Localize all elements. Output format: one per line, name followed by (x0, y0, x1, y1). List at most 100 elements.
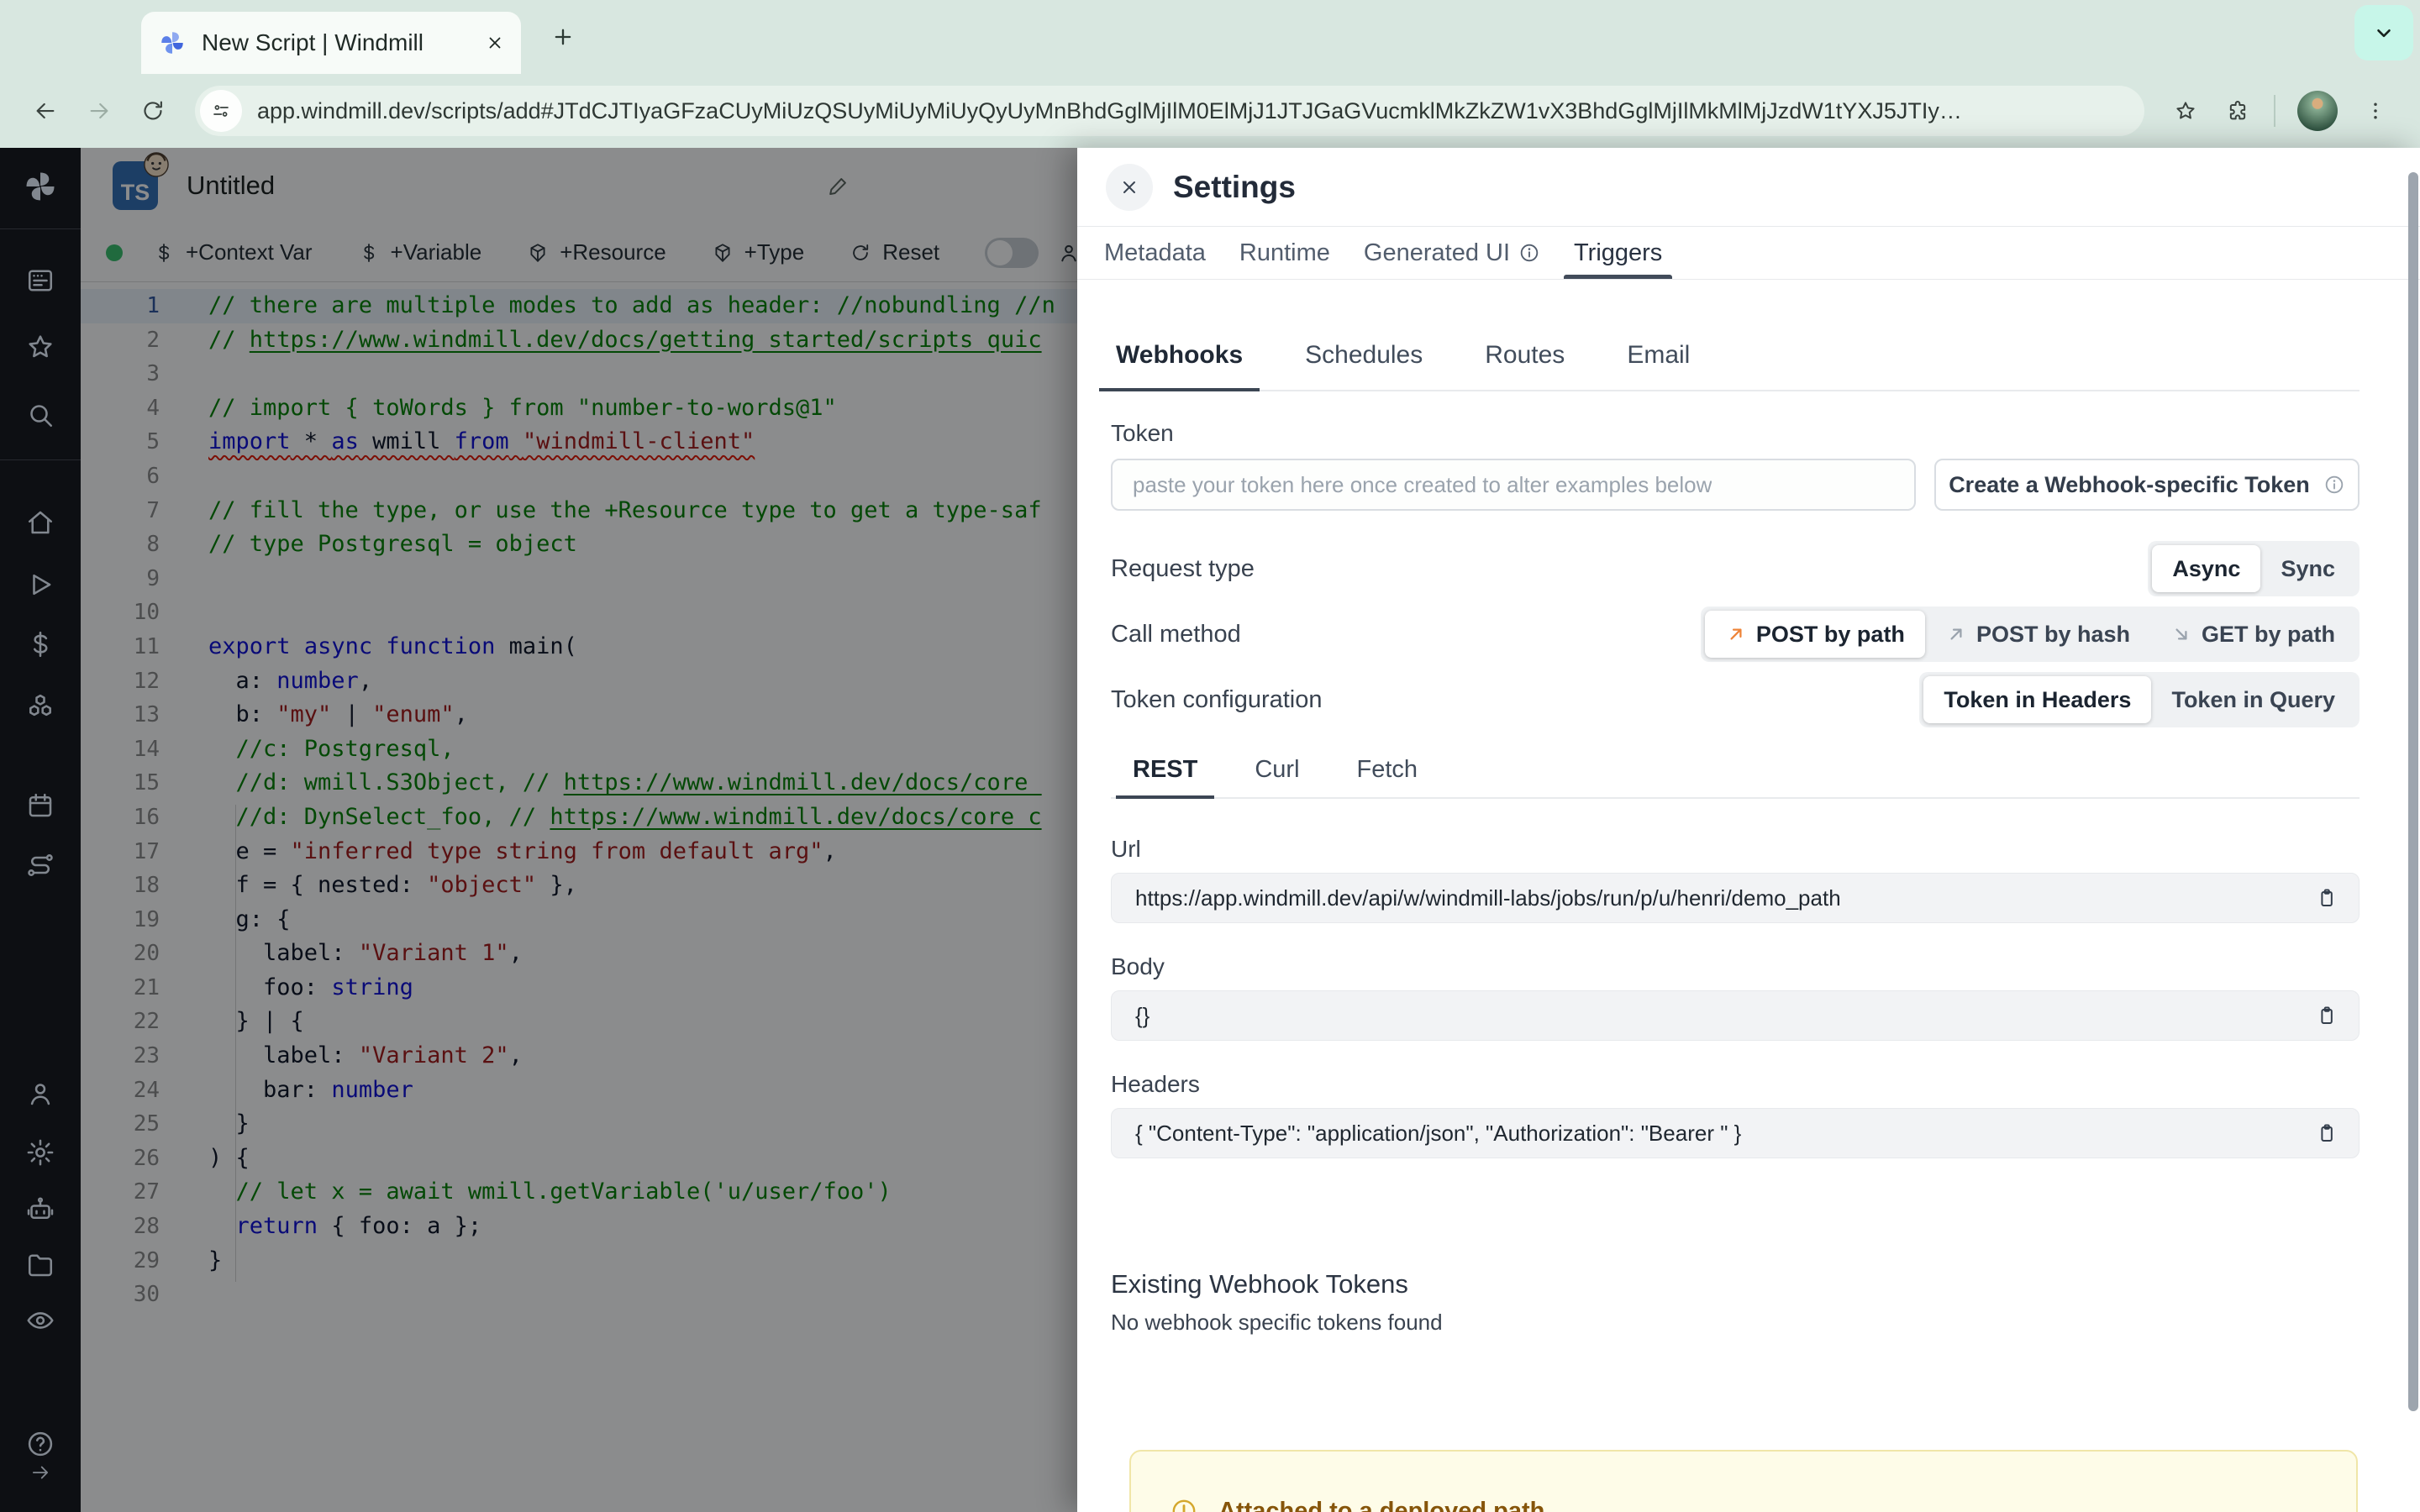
tab-metadata[interactable]: Metadata (1087, 227, 1223, 279)
token-placeholder: paste your token here once created to al… (1133, 471, 1712, 497)
extensions-icon[interactable] (2226, 99, 2249, 123)
tab-label: Generated UI (1363, 239, 1511, 266)
sidebar-item-resources[interactable] (0, 691, 81, 722)
sidebar-item-workers[interactable] (0, 1194, 81, 1225)
sidebar-item-audit-logs[interactable] (0, 1305, 81, 1336)
new-tab-button[interactable] (551, 25, 575, 49)
sidebar-item-help[interactable] (0, 1429, 81, 1459)
settings-header: Settings (1077, 148, 2420, 227)
token-input[interactable]: paste your token here once created to al… (1111, 459, 1916, 511)
profile-avatar[interactable] (2297, 91, 2338, 131)
tab-generated-ui[interactable]: Generated UI (1347, 227, 1557, 279)
option-label: GET by path (2201, 621, 2335, 647)
windmill-icon (22, 168, 59, 205)
sidebar-divider (0, 228, 81, 229)
request-type-row: Request type Async Sync (1111, 541, 2360, 596)
token-in-query-option[interactable]: Token in Query (2151, 676, 2355, 723)
tab-label: Triggers (1574, 239, 1663, 266)
person-icon (25, 1079, 55, 1109)
tab-email[interactable]: Email (1622, 341, 1695, 390)
site-settings-button[interactable] (200, 90, 242, 132)
script-editor: TS Untitled +Context Var +Variable +Resour… (81, 148, 1077, 1512)
tab-rest[interactable]: REST (1115, 756, 1215, 799)
existing-tokens-empty: No webhook specific tokens found (1111, 1310, 1443, 1335)
url-label: Url (1111, 836, 1141, 862)
async-option[interactable]: Async (2152, 545, 2261, 592)
window-control-button[interactable] (2354, 5, 2413, 60)
folder-icon (25, 1250, 55, 1280)
sidebar-item-favorites[interactable] (0, 332, 81, 362)
url-field[interactable]: https://app.windmill.dev/api/w/windmill-… (1111, 873, 2360, 923)
tab-label: Email (1627, 341, 1691, 369)
tab-fetch[interactable]: Fetch (1352, 756, 1423, 797)
dollar-icon (25, 629, 55, 659)
token-configuration-toggle: Token in Headers Token in Query (1919, 672, 2360, 727)
headers-value: { "Content-Type": "application/json", "A… (1135, 1120, 1742, 1146)
url-bar[interactable]: app.windmill.dev/scripts/add#JTdCJTIyaGF… (195, 86, 2144, 136)
option-label: POST by hash (1975, 621, 2130, 647)
browser-tab[interactable]: New Script | Windmill (141, 12, 521, 74)
chevron-down-icon (2373, 22, 2395, 44)
close-settings-button[interactable] (1106, 163, 1153, 211)
post-by-path-option[interactable]: POST by path (1704, 611, 1925, 658)
sidebar-item-home[interactable] (0, 507, 81, 538)
tune-icon (211, 101, 231, 121)
tab-runtime[interactable]: Runtime (1223, 227, 1347, 279)
panel-scrollbar[interactable] (2408, 172, 2418, 1411)
reload-button[interactable] (140, 98, 166, 123)
arrow-right-icon (29, 1462, 51, 1483)
robot-icon (25, 1194, 55, 1225)
editor-dim-overlay[interactable] (81, 148, 1077, 1512)
tab-label: Metadata (1104, 239, 1206, 266)
headers-field[interactable]: { "Content-Type": "application/json", "A… (1111, 1108, 2360, 1158)
sidebar-item-apps[interactable] (0, 265, 81, 296)
url-text: app.windmill.dev/scripts/add#JTdCJTIyaGF… (257, 97, 1962, 123)
tab-curl[interactable]: Curl (1249, 756, 1304, 797)
tab-triggers[interactable]: Triggers (1557, 227, 1679, 279)
sidebar-item-runs[interactable] (0, 570, 81, 600)
create-webhook-token-button[interactable]: Create a Webhook-specific Token (1934, 459, 2360, 511)
arrow-down-right-icon (2170, 623, 2192, 645)
sidebar-item-variables[interactable] (0, 629, 81, 659)
search-icon (25, 400, 55, 430)
existing-tokens-title: Existing Webhook Tokens (1111, 1269, 1408, 1299)
tab-close-icon[interactable] (486, 34, 504, 52)
tab-label: Routes (1485, 341, 1565, 369)
sidebar-item-folders[interactable] (0, 1250, 81, 1280)
token-in-headers-option[interactable]: Token in Headers (1923, 676, 2152, 723)
copy-icon[interactable] (2315, 1121, 2338, 1145)
arrow-up-right-icon (1945, 623, 1967, 645)
copy-icon[interactable] (2315, 1004, 2338, 1027)
sidebar-expand-toggle[interactable] (0, 1462, 81, 1483)
copy-icon[interactable] (2315, 886, 2338, 910)
body-field[interactable]: {} (1111, 990, 2360, 1041)
get-by-path-option[interactable]: GET by path (2150, 611, 2355, 658)
sidebar-item-workspace-settings[interactable] (0, 1137, 81, 1168)
sidebar-item-users[interactable] (0, 1079, 81, 1109)
sidebar-item-search[interactable] (0, 400, 81, 430)
token-configuration-label: Token configuration (1111, 685, 1323, 713)
browser-chrome: New Script | Windmill app.windmill.dev/s… (0, 0, 2420, 148)
info-icon (1518, 242, 1540, 264)
option-label: Token in Query (2171, 686, 2335, 712)
eye-icon (25, 1305, 55, 1336)
post-by-hash-option[interactable]: POST by hash (1925, 611, 2150, 658)
tab-routes[interactable]: Routes (1480, 341, 1570, 390)
sidebar-item-routes[interactable] (0, 850, 81, 880)
browser-menu-icon[interactable] (2364, 99, 2387, 123)
call-method-row: Call method POST by path POST by hash GET … (1111, 606, 2360, 662)
tab-schedules[interactable]: Schedules (1300, 341, 1428, 390)
back-button[interactable] (33, 98, 58, 123)
sync-option[interactable]: Sync (2260, 545, 2355, 592)
option-label: Token in Headers (1944, 686, 2132, 712)
close-icon (1119, 177, 1139, 197)
warning-header: Attached to a deployed path (1170, 1497, 2323, 1512)
request-type-toggle: Async Sync (2148, 541, 2360, 596)
info-icon (2323, 474, 2345, 496)
board-icon (25, 265, 55, 296)
bookmark-icon[interactable] (2174, 99, 2197, 123)
option-label: POST by path (1755, 621, 1905, 647)
tab-webhooks[interactable]: Webhooks (1098, 341, 1260, 391)
forward-button[interactable] (87, 98, 112, 123)
sidebar-item-schedules[interactable] (0, 790, 81, 821)
